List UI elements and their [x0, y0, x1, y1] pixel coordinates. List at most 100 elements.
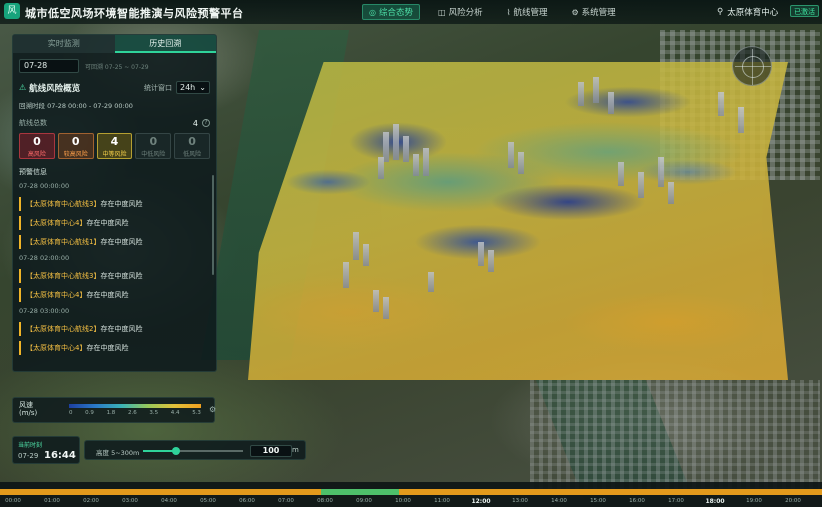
- timeline-tick[interactable]: 12:00: [471, 498, 490, 505]
- alert-item[interactable]: 【太原体育中心航线3】存在中度风险: [19, 269, 210, 283]
- app-title: 城市低空风场环境智能推演与风险预警平台: [25, 7, 244, 20]
- building: [373, 290, 379, 312]
- timeline-tick[interactable]: 16:00: [629, 498, 645, 504]
- alert-text: 存在中度风险: [86, 291, 129, 299]
- risk-count: 4: [110, 135, 119, 148]
- alert-route: 【太原体育中心航线2】: [26, 325, 101, 333]
- tab-realtime[interactable]: 实时监测: [13, 35, 115, 53]
- nav-item-overview[interactable]: ◎ 综合态势: [362, 4, 420, 20]
- timeline-tick[interactable]: 14:00: [551, 498, 567, 504]
- alert-item[interactable]: 【太原体育中心4】存在中度风险: [19, 216, 210, 230]
- building: [403, 136, 409, 162]
- risk-card-high[interactable]: 0 高风险: [19, 133, 55, 159]
- legend-settings-icon[interactable]: ⚙: [209, 405, 216, 414]
- building: [383, 297, 389, 319]
- alert-time: 07-28 00:00:00: [19, 182, 70, 190]
- altitude-input[interactable]: 100: [250, 445, 292, 457]
- timeline-tick[interactable]: 02:00: [83, 498, 99, 504]
- legend-title: 风速 (m/s): [19, 401, 37, 417]
- tab-history[interactable]: 历史回溯: [114, 35, 216, 53]
- city-blocks-south: [530, 380, 820, 490]
- timeline-tick[interactable]: 08:00: [317, 498, 333, 504]
- period-text: 回溯时段 07-28 00:00 - 07-29 00:00: [13, 94, 216, 110]
- risk-count: 0: [33, 135, 41, 148]
- building: [353, 232, 359, 260]
- timeline-tick[interactable]: 03:00: [122, 498, 138, 504]
- risk-card-medium[interactable]: 4 中等风险: [96, 133, 133, 159]
- period-value: 07-28 00:00 - 07-29 00:00: [47, 102, 133, 110]
- building: [608, 92, 614, 114]
- alert-text: 存在中度风险: [100, 272, 143, 280]
- location-selector[interactable]: ⚲ 太原体育中心: [717, 6, 778, 18]
- timeline-bar[interactable]: [0, 489, 822, 495]
- alert-route: 【太原体育中心航线1】: [26, 238, 101, 246]
- building: [378, 157, 384, 179]
- building: [618, 162, 624, 186]
- building: [393, 124, 399, 160]
- legend-title-label: 风速: [19, 401, 33, 409]
- timeline-tick[interactable]: 11:00: [434, 498, 450, 504]
- alert-time: 07-28 03:00:00: [19, 307, 70, 315]
- timeline-tick[interactable]: 18:00: [705, 498, 724, 505]
- alert-item[interactable]: 【太原体育中心4】存在中度风险: [19, 341, 210, 355]
- wind-speed-legend: 风速 (m/s) 0 0.9 1.8 2.6 3.5 4.4 5.3 ⚙: [12, 397, 216, 423]
- help-icon[interactable]: ?: [202, 119, 210, 127]
- nav-item-system-management[interactable]: ⚙ 系统管理: [566, 4, 622, 20]
- risk-label: 高风险: [27, 151, 46, 158]
- date-picker[interactable]: 07-28: [19, 59, 79, 73]
- main-nav: ◎ 综合态势 ◫ 风险分析 ⌇ 航线管理 ⚙ 系统管理: [362, 4, 634, 20]
- risk-card-medium-low[interactable]: 0 中低风险: [135, 133, 172, 159]
- timeline-tick[interactable]: 05:00: [200, 498, 216, 504]
- alert-item[interactable]: 【太原体育中心4】存在中度风险: [19, 288, 210, 302]
- alert-item[interactable]: 【太原体育中心航线1】存在中度风险: [19, 235, 210, 249]
- alert-item[interactable]: 【太原体育中心航线2】存在中度风险: [19, 322, 210, 336]
- alert-item[interactable]: 【太原体育中心航线3】存在中度风险: [19, 197, 210, 211]
- legend-tick: 1.8: [106, 410, 116, 416]
- alert-route: 【太原体育中心航线3】: [26, 272, 101, 280]
- timeline-current-range[interactable]: [321, 489, 400, 495]
- nav-item-label: 风险分析: [448, 8, 483, 18]
- timeline-tick[interactable]: 10:00: [395, 498, 411, 504]
- timeline-tick[interactable]: 01:00: [44, 498, 60, 504]
- alert-text: 存在中度风险: [100, 325, 143, 333]
- building: [343, 262, 349, 288]
- risk-card-low[interactable]: 0 低风险: [174, 133, 210, 159]
- building: [488, 250, 494, 272]
- compass-icon[interactable]: [732, 46, 772, 86]
- top-bar: 风 城市低空风场环境智能推演与风险预警平台 ◎ 综合态势 ◫ 风险分析 ⌇ 航线…: [0, 0, 822, 24]
- legend-tick: 0.9: [85, 410, 94, 416]
- nav-item-risk-analysis[interactable]: ◫ 风险分析: [432, 4, 489, 20]
- window-value: 24h: [180, 83, 196, 92]
- altitude-slider[interactable]: [143, 447, 243, 455]
- timeline-tick[interactable]: 20:00: [785, 498, 801, 504]
- building: [593, 77, 599, 103]
- risk-count: 0: [71, 135, 80, 148]
- alert-route: 【太原体育中心4】: [26, 219, 87, 227]
- wind-speed-layer[interactable]: [248, 62, 788, 380]
- timeline-tick[interactable]: 00:00: [5, 498, 21, 504]
- timeline-tick[interactable]: 19:00: [746, 498, 762, 504]
- timeline-tick[interactable]: 17:00: [668, 498, 684, 504]
- timeline-tick[interactable]: 13:00: [512, 498, 528, 504]
- date-range-hint: 可回溯 07-25 ~ 07-29: [85, 63, 149, 71]
- legend-tick: 4.4: [170, 410, 180, 416]
- risk-label: 低风险: [183, 151, 202, 158]
- panel-scrollbar[interactable]: [212, 175, 214, 275]
- current-clock: 16:44: [44, 450, 76, 461]
- nav-item-route-management[interactable]: ⌇ 航线管理: [501, 4, 554, 20]
- timeline-tick[interactable]: 04:00: [161, 498, 177, 504]
- altitude-slider-handle[interactable]: [172, 447, 180, 455]
- timeline-tick[interactable]: 15:00: [590, 498, 606, 504]
- legend-color-bar: [69, 404, 201, 408]
- current-time-label: 当前时刻: [18, 442, 43, 449]
- timeline-tick[interactable]: 09:00: [356, 498, 372, 504]
- alert-route: 【太原体育中心4】: [26, 291, 87, 299]
- timeline-tick[interactable]: 06:00: [239, 498, 255, 504]
- window-select[interactable]: 24h ⌄: [176, 81, 210, 94]
- risk-card-medium-high[interactable]: 0 较高风险: [57, 133, 94, 159]
- app-logo-icon: 风: [4, 3, 20, 19]
- timeline-tick[interactable]: 07:00: [278, 498, 294, 504]
- chart-icon: ◫: [438, 7, 446, 17]
- legend-ticks: 0 0.9 1.8 2.6 3.5 4.4 5.3: [69, 410, 201, 416]
- chevron-down-icon: ⌄: [199, 83, 206, 92]
